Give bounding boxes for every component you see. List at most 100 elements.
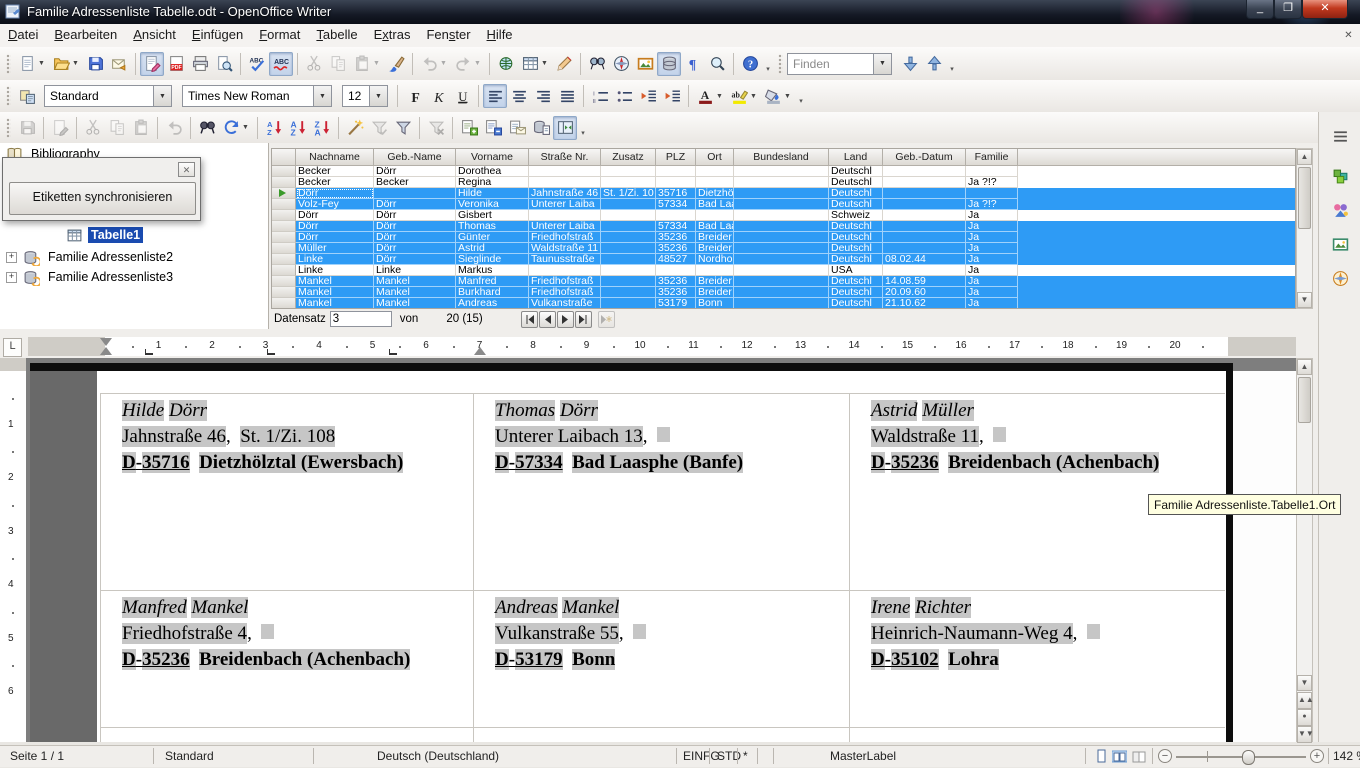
table-row[interactable]: DörrHildeJahnstraße 46St. 1/Zi. 1035716D…: [272, 188, 1296, 199]
table-cell[interactable]: [883, 188, 966, 199]
table-cell[interactable]: Dörr: [374, 254, 456, 265]
mail-icon[interactable]: [107, 52, 131, 76]
multi-page-view-icon[interactable]: [1112, 749, 1125, 764]
table-cell[interactable]: Manfred: [456, 276, 529, 287]
table-cell[interactable]: Sieglinde: [456, 254, 529, 265]
zoom-in-icon[interactable]: +: [1310, 749, 1324, 763]
table-cell[interactable]: Dörr: [374, 199, 456, 210]
table-cell[interactable]: Deutschl: [829, 243, 883, 254]
menu-bearbeiten[interactable]: Bearbeiten: [46, 24, 125, 47]
table-cell[interactable]: [529, 166, 601, 177]
table-cell[interactable]: Becker: [296, 177, 374, 188]
find-record-icon[interactable]: [195, 116, 219, 140]
table-cell[interactable]: [656, 210, 696, 221]
increase-indent-icon[interactable]: [660, 84, 684, 108]
table-cell[interactable]: 48527: [656, 254, 696, 265]
table-cell[interactable]: Breider: [696, 232, 734, 243]
expand-icon[interactable]: +: [6, 252, 17, 263]
table-cell[interactable]: [734, 221, 829, 232]
row-header[interactable]: [272, 243, 296, 254]
navigation-dot-icon[interactable]: ●: [1297, 709, 1312, 726]
table-row[interactable]: LinkeLinkeMarkusUSAJa: [272, 265, 1296, 276]
table-cell[interactable]: [734, 265, 829, 276]
close-button[interactable]: ✕: [1302, 0, 1348, 19]
table-cell[interactable]: [601, 210, 656, 221]
toolbar-grip[interactable]: [6, 118, 11, 138]
table-cell[interactable]: [656, 177, 696, 188]
table-cell[interactable]: [883, 221, 966, 232]
table-cell[interactable]: Bad Laa: [696, 221, 734, 232]
sort-icon[interactable]: AZ: [262, 116, 286, 140]
paragraph-style-select[interactable]: Standard ▼: [44, 85, 172, 107]
table-cell[interactable]: [601, 254, 656, 265]
table-cell[interactable]: Linke: [296, 265, 374, 276]
table-cell[interactable]: Deutschl: [829, 166, 883, 177]
table-cell[interactable]: Deutschl: [829, 287, 883, 298]
vertical-ruler[interactable]: 123456: [0, 358, 26, 742]
language-status[interactable]: Deutsch (Deutschland): [377, 749, 499, 763]
numbered-list-icon[interactable]: III: [588, 84, 612, 108]
synchronize-labels-button[interactable]: Etiketten synchronisieren: [9, 182, 196, 215]
new-document-icon[interactable]: ▼: [15, 52, 49, 76]
table-cell[interactable]: Waldstraße 11: [529, 243, 601, 254]
tab-stop-marker[interactable]: [267, 349, 275, 355]
table-row[interactable]: LinkeDörrSieglindeTaunusstraße 48527Nordh…: [272, 254, 1296, 265]
align-center-icon[interactable]: [507, 84, 531, 108]
table-cell[interactable]: [883, 166, 966, 177]
table-cell[interactable]: [734, 232, 829, 243]
menu-einfgen[interactable]: Einfügen: [184, 24, 251, 47]
table-cell[interactable]: [601, 221, 656, 232]
table-cell[interactable]: Deutschl: [829, 232, 883, 243]
insert-table-icon[interactable]: ▼: [518, 52, 552, 76]
align-left-icon[interactable]: [483, 84, 507, 108]
toolbar-overflow-icon[interactable]: ▾: [795, 84, 807, 108]
address-label[interactable]: Andreas MankelVulkanstraße 55, D-53179 B…: [473, 590, 849, 727]
table-cell[interactable]: Dietzhö: [696, 188, 734, 199]
tab-stop-selector[interactable]: L: [3, 338, 22, 357]
table-cell[interactable]: Thomas: [456, 221, 529, 232]
row-header[interactable]: [272, 265, 296, 276]
expand-icon[interactable]: +: [6, 272, 17, 283]
table-cell[interactable]: Mankel: [296, 298, 374, 309]
table-cell[interactable]: [734, 298, 829, 309]
table-row[interactable]: MankelMankelBurkhardFriedhofstraß35236Br…: [272, 287, 1296, 298]
last-record-icon[interactable]: [575, 311, 592, 328]
column-header-straenr[interactable]: Straße Nr.: [529, 149, 601, 166]
find-input[interactable]: Finden ▼: [787, 53, 892, 75]
sidebar-navigator-icon[interactable]: [1328, 266, 1352, 290]
table-cell[interactable]: [601, 243, 656, 254]
table-cell[interactable]: Andreas: [456, 298, 529, 309]
chevron-down-icon[interactable]: ▼: [369, 86, 387, 106]
table-cell[interactable]: Günter: [456, 232, 529, 243]
find-prev-icon[interactable]: [922, 52, 946, 76]
background-color-icon[interactable]: ▼: [761, 84, 795, 108]
address-label[interactable]: Hilde DörrJahnstraße 46, St. 1/Zi. 108D-…: [100, 393, 473, 590]
table-cell[interactable]: [601, 276, 656, 287]
tree-item-tabelle1[interactable]: Tabelle1: [6, 226, 143, 244]
edit-file-icon[interactable]: [140, 52, 164, 76]
table-cell[interactable]: Ja: [966, 210, 1018, 221]
indent-marker-column2[interactable]: [474, 347, 486, 355]
bold-icon[interactable]: F: [402, 84, 426, 108]
table-cell[interactable]: [883, 199, 966, 210]
table-cell[interactable]: Mankel: [296, 287, 374, 298]
table-cell[interactable]: Dörr: [296, 221, 374, 232]
preview-icon[interactable]: [212, 52, 236, 76]
document-canvas[interactable]: Hilde DörrJahnstraße 46, St. 1/Zi. 108D-…: [26, 358, 1296, 742]
tab-stop-marker[interactable]: [145, 349, 153, 355]
open-folder-icon[interactable]: ▼: [49, 52, 83, 76]
table-cell[interactable]: [966, 188, 1018, 199]
table-cell[interactable]: Nordho: [696, 254, 734, 265]
sort-descending-icon[interactable]: ZA: [310, 116, 334, 140]
table-cell[interactable]: 14.08.59: [883, 276, 966, 287]
tree-item-familieadressenliste2[interactable]: +Familie Adressenliste2: [6, 248, 176, 266]
table-cell[interactable]: [601, 287, 656, 298]
table-cell[interactable]: Deutschl: [829, 177, 883, 188]
table-cell[interactable]: Linke: [296, 254, 374, 265]
db-current-doc-icon[interactable]: [529, 116, 553, 140]
sidebar-properties-icon[interactable]: [1328, 164, 1352, 188]
table-cell[interactable]: Taunusstraße: [529, 254, 601, 265]
table-cell[interactable]: Friedhofstraß: [529, 276, 601, 287]
table-cell[interactable]: [601, 298, 656, 309]
scroll-down-icon[interactable]: ▼: [1297, 292, 1312, 308]
